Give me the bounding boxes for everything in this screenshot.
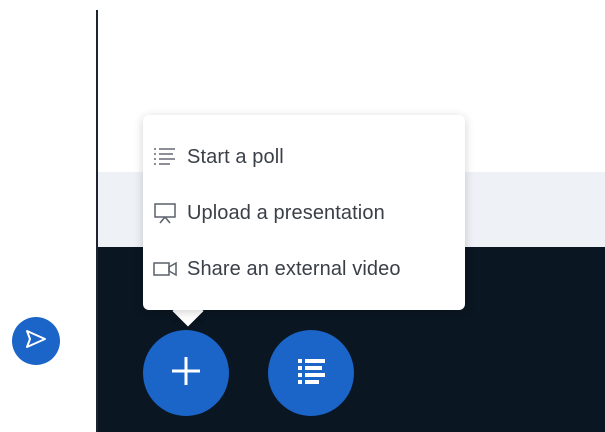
share-external-video-menu-item[interactable]: Share an external video	[153, 247, 401, 291]
upload-presentation-menu-item[interactable]: Upload a presentation	[153, 191, 385, 235]
actions-plus-button[interactable]	[143, 330, 229, 416]
meeting-view: Start a poll Upload a presentation Share…	[0, 0, 605, 432]
presentation-icon	[153, 201, 187, 225]
actions-popup-menu: Start a poll Upload a presentation Share…	[143, 115, 465, 310]
share-external-video-label: Share an external video	[187, 257, 401, 280]
upload-presentation-label: Upload a presentation	[187, 201, 385, 224]
video-camera-icon	[153, 257, 187, 281]
popup-pointer-cover	[168, 290, 208, 310]
send-message-button[interactable]	[12, 317, 60, 365]
start-poll-label: Start a poll	[187, 145, 284, 168]
poll-list-icon	[153, 145, 187, 169]
send-arrow-icon	[24, 327, 48, 356]
plus-icon	[166, 351, 206, 396]
list-button[interactable]	[268, 330, 354, 416]
list-icon	[292, 353, 330, 394]
start-poll-menu-item[interactable]: Start a poll	[153, 135, 284, 179]
